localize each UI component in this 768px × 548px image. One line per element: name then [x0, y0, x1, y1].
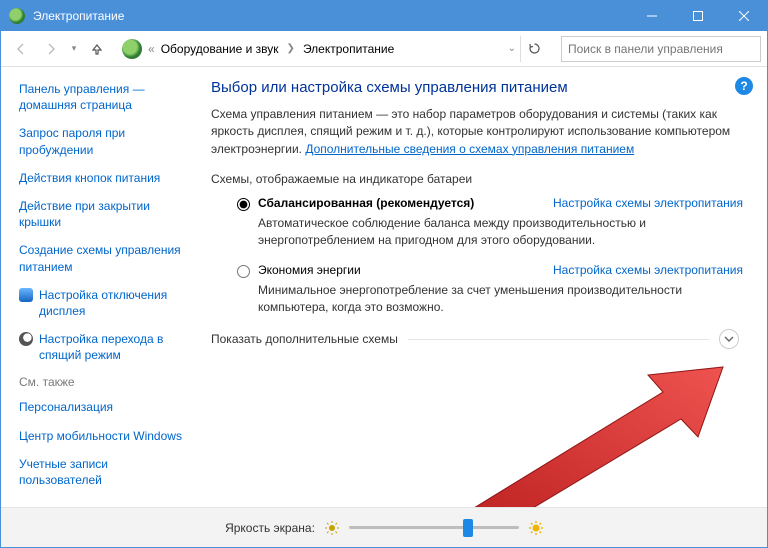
address-icon — [122, 39, 142, 59]
see-also-personalization[interactable]: Персонализация — [19, 399, 191, 415]
breadcrumb-part-2[interactable]: Электропитание — [299, 38, 398, 60]
help-icon[interactable]: ? — [735, 77, 753, 95]
sidebar-item-password[interactable]: Запрос пароля при пробуждении — [19, 125, 191, 157]
sidebar-home[interactable]: Панель управления — домашняя страница — [19, 81, 191, 113]
sidebar-item-label: Настройка отключения дисплея — [39, 287, 191, 319]
chevron-down-icon — [724, 334, 734, 344]
plan-settings-link[interactable]: Настройка схемы электропитания — [553, 196, 743, 210]
power-plan-balanced: Сбалансированная (рекомендуется) Настрой… — [237, 196, 743, 249]
page-desc-link[interactable]: Дополнительные сведения о схемах управле… — [305, 142, 634, 156]
refresh-button[interactable] — [520, 36, 548, 62]
chevron-right-icon: ❯ — [287, 43, 295, 54]
sidebar-item-label: Настройка перехода в спящий режим — [39, 331, 191, 363]
sun-bright-icon — [529, 521, 543, 535]
footer: Яркость экрана: — [1, 507, 767, 547]
expand-button[interactable] — [719, 329, 739, 349]
sidebar-item-power-buttons[interactable]: Действия кнопок питания — [19, 170, 191, 186]
plan-name[interactable]: Экономия энергии — [258, 263, 361, 277]
sidebar-item-create-plan[interactable]: Создание схемы управления питанием — [19, 242, 191, 274]
plan-radio-saver[interactable] — [237, 265, 250, 278]
see-also-heading: См. также — [19, 375, 191, 389]
moon-icon — [19, 332, 33, 346]
plan-name[interactable]: Сбалансированная (рекомендуется) — [258, 196, 474, 210]
sun-dim-icon — [325, 521, 339, 535]
monitor-icon — [19, 288, 33, 302]
see-also-user-accounts[interactable]: Учетные записи пользователей — [19, 456, 191, 488]
sidebar-item-lid-close[interactable]: Действие при закрытии крышки — [19, 198, 191, 230]
sidebar: Панель управления — домашняя страница За… — [1, 67, 201, 507]
sidebar-item-display-off[interactable]: Настройка отключения дисплея — [19, 287, 191, 319]
window-title: Электропитание — [33, 9, 629, 23]
sidebar-item-sleep[interactable]: Настройка перехода в спящий режим — [19, 331, 191, 363]
main-content: ? Выбор или настройка схемы управления п… — [201, 67, 767, 507]
expand-label: Показать дополнительные схемы — [211, 332, 398, 346]
maximize-button[interactable] — [675, 1, 721, 31]
divider — [408, 339, 709, 340]
see-also-mobility-center[interactable]: Центр мобильности Windows — [19, 428, 191, 444]
brightness-slider[interactable] — [349, 519, 519, 537]
window: Электропитание ▾ « Оборудование и звук ❯… — [0, 0, 768, 548]
back-button[interactable] — [7, 35, 35, 63]
minimize-button[interactable] — [629, 1, 675, 31]
up-button[interactable] — [83, 35, 111, 63]
plan-desc: Автоматическое соблюдение баланса между … — [258, 215, 738, 249]
brightness-label: Яркость экрана: — [225, 521, 315, 535]
body: Панель управления — домашняя страница За… — [1, 67, 767, 507]
expand-plans-row: Показать дополнительные схемы — [211, 329, 743, 349]
power-plan-saver: Экономия энергии Настройка схемы электро… — [237, 263, 743, 316]
plan-radio-balanced[interactable] — [237, 198, 250, 211]
titlebar: Электропитание — [1, 1, 767, 31]
navbar: ▾ « Оборудование и звук ❯ Электропитание… — [1, 31, 767, 67]
plan-desc: Минимальное энергопотребление за счет ум… — [258, 282, 738, 316]
forward-button[interactable] — [37, 35, 65, 63]
annotation-arrow — [423, 347, 743, 507]
recent-dropdown[interactable]: ▾ — [67, 35, 81, 63]
close-button[interactable] — [721, 1, 767, 31]
search-input[interactable] — [561, 36, 761, 62]
section-heading: Схемы, отображаемые на индикаторе батаре… — [211, 172, 743, 186]
plan-settings-link[interactable]: Настройка схемы электропитания — [553, 263, 743, 277]
page-title: Выбор или настройка схемы управления пит… — [211, 79, 743, 96]
address-dropdown[interactable]: ⌄ — [508, 43, 516, 54]
breadcrumb-part-1[interactable]: Оборудование и звук — [157, 38, 283, 60]
app-icon — [9, 8, 25, 24]
address-bar[interactable]: « Оборудование и звук ❯ Электропитание ⌄ — [113, 36, 553, 62]
page-description: Схема управления питанием — это набор па… — [211, 106, 743, 158]
breadcrumb-sep: « — [148, 42, 155, 56]
